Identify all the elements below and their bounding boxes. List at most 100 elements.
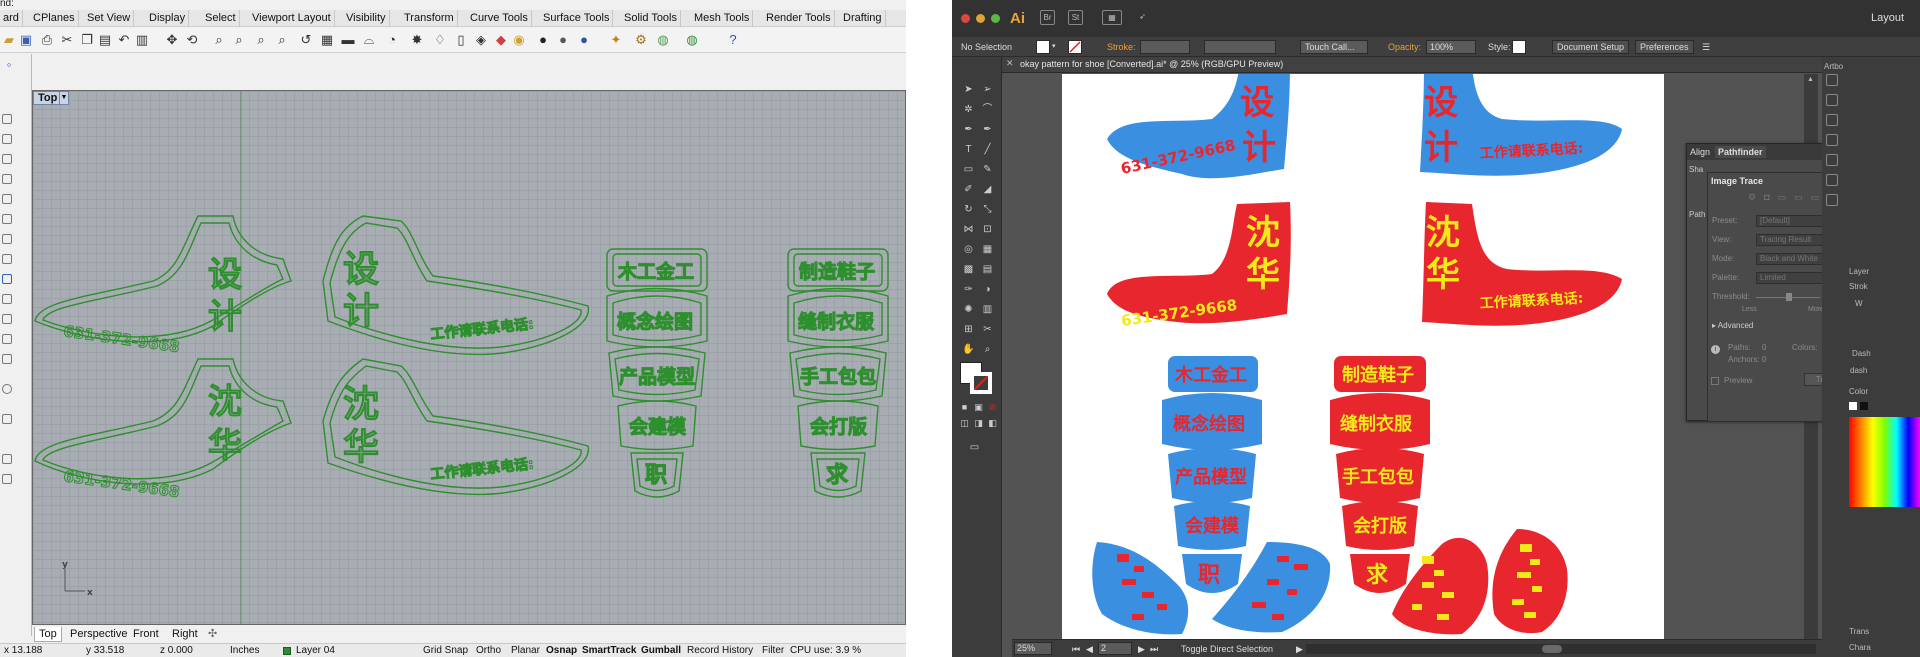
cut-icon[interactable]: ✂ — [58, 31, 76, 49]
selection-tool-icon[interactable]: ➤ — [962, 83, 975, 96]
gradient-mode-icon[interactable]: ▣ — [972, 401, 985, 414]
layers-panel-tab[interactable]: Layer — [1849, 267, 1869, 276]
graph-tool-icon[interactable]: ▥ — [981, 303, 994, 316]
document-tab-title[interactable]: okay pattern for shoe [Converted].ai* @ … — [1020, 59, 1283, 69]
stroke-weight-field[interactable] — [1140, 40, 1190, 54]
brush-dropdown[interactable]: Touch Call... — [1300, 40, 1368, 54]
horizontal-scroll-thumb[interactable] — [1542, 645, 1562, 653]
color-swatch-black[interactable] — [1860, 402, 1868, 410]
pen-tool-icon[interactable]: ✒ — [962, 123, 975, 136]
tab-curve-tools[interactable]: Curve Tools — [467, 10, 532, 27]
side-tool-icon[interactable] — [2, 194, 12, 204]
lasso-tool-icon[interactable]: ⌒ — [981, 103, 994, 116]
screen-mode-icon[interactable]: ▭ — [968, 441, 981, 454]
web-icon[interactable]: ◍ — [683, 31, 701, 49]
control-panel-menu-icon[interactable]: ☰ — [1702, 40, 1710, 54]
arrange-documents-icon[interactable]: ▦ — [1102, 10, 1122, 25]
zoom-extents-icon[interactable]: ⌕ — [252, 31, 270, 49]
side-tool-icon[interactable] — [2, 474, 12, 484]
lock-icon[interactable]: ▯ — [452, 31, 470, 49]
viewport-menu-arrow-icon[interactable]: ▼ — [59, 91, 69, 105]
zoom-window-icon[interactable] — [991, 14, 1000, 23]
shape-builder-icon[interactable]: ◎ — [962, 243, 975, 256]
bridge-icon[interactable]: Br — [1040, 10, 1055, 25]
shaper-tool-icon[interactable]: ✐ — [962, 183, 975, 196]
tab-drafting[interactable]: Drafting — [840, 10, 886, 27]
pan-icon[interactable]: ✥ — [163, 31, 181, 49]
dock-icon[interactable] — [1826, 134, 1838, 146]
none-mode-icon[interactable]: ⊘ — [986, 401, 999, 414]
top-viewport[interactable]: 631-372-9668 设 计 设 计 工作请联系电话: 631-372-96… — [32, 90, 906, 625]
first-artboard-icon[interactable]: ⏮ — [1072, 642, 1080, 656]
undo-icon[interactable]: ↶ — [115, 31, 133, 49]
grid-snap-toggle[interactable]: Grid Snap — [423, 644, 468, 657]
gumball-toggle[interactable]: Gumball — [641, 644, 681, 657]
close-window-icon[interactable] — [961, 14, 970, 23]
ortho-toggle[interactable]: Ortho — [476, 644, 501, 657]
tab-render-tools[interactable]: Render Tools — [763, 10, 835, 27]
side-tool-icon[interactable] — [2, 214, 12, 224]
slice-tool-icon[interactable]: ✂ — [981, 323, 994, 336]
filter-toggle[interactable]: Filter — [762, 644, 784, 657]
viewport-tab-perspective[interactable]: Perspective — [66, 627, 131, 642]
eyedropper-icon[interactable]: ✑ — [962, 283, 975, 296]
side-tool-icon[interactable]: ◦ — [0, 56, 18, 74]
tab-select[interactable]: Select — [202, 10, 240, 27]
render-icon[interactable]: ◆ — [492, 31, 510, 49]
named-views-icon[interactable]: ▬ — [339, 31, 357, 49]
osnap-toggle[interactable]: Osnap — [546, 644, 577, 657]
four-viewports-icon[interactable]: ▦ — [318, 31, 336, 49]
draw-inside-icon[interactable]: ◧ — [986, 417, 999, 430]
tab-set-view[interactable]: Set View — [84, 10, 135, 27]
magic-wand-icon[interactable]: ✲ — [962, 103, 975, 116]
stroke-color-icon[interactable] — [970, 372, 992, 394]
zoom-tool-icon[interactable]: ⌕ — [981, 343, 994, 356]
record-history-toggle[interactable]: Record History — [687, 644, 753, 657]
minimize-window-icon[interactable] — [976, 14, 985, 23]
preferences-button[interactable]: Preferences — [1635, 40, 1694, 54]
dock-icon[interactable] — [1826, 114, 1838, 126]
rotate-view-icon[interactable]: ⟲ — [183, 31, 201, 49]
clipboard-icon[interactable]: ▥ — [133, 31, 151, 49]
side-tool-icon[interactable] — [2, 134, 12, 144]
artboard[interactable]: 631-372-9668 设 计 设 计 工作请联系电话: 631-372-96… — [1062, 74, 1664, 639]
viewport-tab-top[interactable]: Top — [34, 627, 62, 642]
planar-toggle[interactable]: Planar — [511, 644, 540, 657]
workspace-switcher[interactable]: Layout — [1871, 12, 1904, 24]
print-icon[interactable]: ⎙ — [38, 31, 56, 49]
zoom-field[interactable]: 25% — [1014, 642, 1052, 655]
draw-mode-icon[interactable]: ◫ — [958, 417, 971, 430]
gpu-rocket-icon[interactable]: ➶ — [1135, 10, 1150, 25]
lightbulb-icon[interactable]: ♢ — [431, 31, 449, 49]
viewport-title[interactable]: Top — [33, 91, 63, 105]
paintbrush-tool-icon[interactable]: ✎ — [981, 163, 994, 176]
side-tool-icon[interactable] — [2, 114, 12, 124]
width-tool-icon[interactable]: ⋈ — [962, 223, 975, 236]
help-icon[interactable]: ? — [724, 31, 742, 49]
tab-align[interactable]: Align — [1687, 146, 1713, 158]
artboard-tool-icon[interactable]: ⊞ — [962, 323, 975, 336]
scale-tool-icon[interactable]: ⤡ — [981, 203, 994, 216]
side-tool-icon[interactable] — [2, 354, 12, 364]
last-artboard-icon[interactable]: ⏭ — [1150, 642, 1158, 656]
previous-artboard-icon[interactable]: ◀ — [1086, 642, 1093, 656]
tab-viewport-layout[interactable]: Viewport Layout — [249, 10, 335, 27]
artboard-number-field[interactable]: 2 — [1098, 642, 1132, 655]
gradient-tool-icon[interactable]: ▤ — [981, 263, 994, 276]
dock-icon[interactable] — [1826, 154, 1838, 166]
blend-tool-icon[interactable]: ◑ — [981, 283, 994, 296]
side-tool-icon[interactable] — [2, 414, 12, 424]
side-tool-icon[interactable] — [2, 254, 12, 264]
eraser-tool-icon[interactable]: ◢ — [981, 183, 994, 196]
render-sphere-icon[interactable]: ● — [575, 31, 593, 49]
zoom-selected-icon[interactable]: ⌕ — [273, 31, 291, 49]
close-document-icon[interactable]: ✕ — [1006, 58, 1014, 69]
dock-icon[interactable] — [1826, 194, 1838, 206]
side-tool-icon[interactable] — [2, 154, 12, 164]
symbol-sprayer-icon[interactable]: ✺ — [962, 303, 975, 316]
artboards-panel-tab[interactable]: Artbo — [1824, 62, 1843, 71]
open-folder-icon[interactable]: ▰ — [0, 31, 18, 49]
variable-width-field[interactable] — [1204, 40, 1276, 54]
scroll-up-icon[interactable]: ▲ — [1807, 76, 1814, 83]
sphere-icon[interactable]: ● — [534, 31, 552, 49]
